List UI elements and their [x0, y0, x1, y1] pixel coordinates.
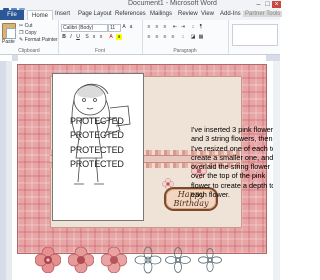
- underline-icon[interactable]: U: [75, 34, 81, 40]
- decrease-indent-icon[interactable]: ⇤: [172, 24, 178, 30]
- watermark-text: PROTECTED: [70, 130, 124, 140]
- tab-insert[interactable]: Insert: [55, 11, 70, 17]
- numbering-icon[interactable]: ≡: [154, 24, 160, 30]
- font-name-select[interactable]: Calibri (Body): [61, 24, 108, 32]
- watermark-text: PROTECTED: [70, 145, 124, 155]
- italic-icon[interactable]: I: [68, 34, 74, 40]
- sort-icon[interactable]: ↕: [190, 24, 196, 30]
- tab-file[interactable]: File: [0, 10, 24, 20]
- font-size-select[interactable]: 11: [108, 24, 121, 32]
- brush-icon: ✎: [19, 37, 24, 43]
- paste-icon[interactable]: [2, 23, 16, 39]
- line-spacing-icon[interactable]: ↕: [180, 34, 186, 40]
- align-right-icon[interactable]: ≡: [162, 34, 168, 40]
- cut-button[interactable]: ✂ Cut: [19, 23, 32, 29]
- string-flower-image[interactable]: [198, 248, 222, 272]
- borders-icon[interactable]: ▦: [198, 34, 204, 40]
- strikethrough-icon[interactable]: S: [84, 34, 90, 40]
- quick-access-toolbar: [3, 1, 43, 14]
- pink-flower-image[interactable]: [35, 247, 61, 273]
- shrink-font-icon[interactable]: a: [128, 24, 134, 30]
- font-group: Calibri (Body) 11 A a B I U S x x A a Fo…: [58, 20, 143, 54]
- copy-icon: ❐: [19, 30, 24, 36]
- clipboard-group-label: Clipboard: [18, 48, 40, 54]
- shading-icon[interactable]: ◪: [190, 34, 196, 40]
- string-flower-image[interactable]: [165, 247, 191, 273]
- font-color-icon[interactable]: A: [108, 34, 114, 40]
- tab-page-layout[interactable]: Page Layout: [78, 11, 112, 17]
- watermark-text: PROTECTED: [70, 116, 124, 126]
- font-group-label: Font: [94, 48, 105, 54]
- pink-flower-image[interactable]: [101, 247, 127, 273]
- increase-indent-icon[interactable]: ⇥: [180, 24, 186, 30]
- ribbon: Paste ✂ Cut ❐ Copy ✎ Format Painter Clip…: [0, 20, 280, 55]
- paragraph-group: ≡ ≡ ≡ ⇤ ⇥ ↕ ¶ ≡ ≡ ≡ ≡ ↕ ◪ ▦ Paragraph: [142, 20, 229, 54]
- subscript-icon[interactable]: x: [91, 34, 97, 40]
- scissors-icon: ✂: [19, 23, 24, 29]
- superscript-icon[interactable]: x: [98, 34, 104, 40]
- vertical-scrollbar[interactable]: [273, 61, 280, 280]
- maximize-icon[interactable]: □: [263, 1, 272, 8]
- tab-partner-tools[interactable]: Partner Tools: [243, 11, 283, 17]
- watermark-text: PROTECTED: [70, 159, 124, 169]
- clipboard-group: Paste ✂ Cut ❐ Copy ✎ Format Painter Clip…: [0, 20, 59, 54]
- tab-mailings[interactable]: Mailings: [150, 11, 172, 17]
- window-title: Document1 - Microsoft Word: [128, 0, 217, 7]
- pink-flower-image[interactable]: [68, 247, 94, 273]
- bullets-icon[interactable]: ≡: [146, 24, 152, 30]
- justify-icon[interactable]: ≡: [170, 34, 176, 40]
- minimize-icon[interactable]: –: [254, 1, 263, 8]
- highlight-icon[interactable]: a: [116, 34, 122, 40]
- styles-group: [228, 20, 280, 54]
- tab-view[interactable]: View: [201, 11, 214, 17]
- paste-button-label[interactable]: Paste: [2, 39, 15, 45]
- align-center-icon[interactable]: ≡: [154, 34, 160, 40]
- multilevel-list-icon[interactable]: ≡: [162, 24, 168, 30]
- styles-gallery[interactable]: [232, 24, 278, 46]
- bold-icon[interactable]: B: [61, 34, 67, 40]
- close-icon[interactable]: ×: [272, 1, 281, 8]
- tab-review[interactable]: Review: [178, 11, 198, 17]
- grow-font-icon[interactable]: A: [121, 24, 127, 30]
- format-painter-button[interactable]: ✎ Format Painter: [19, 37, 58, 43]
- description-text[interactable]: I've inserted 3 pink flowers, and 3 stri…: [191, 125, 279, 199]
- paragraph-group-label: Paragraph: [173, 48, 197, 54]
- tab-add-ins[interactable]: Add-Ins: [220, 11, 241, 17]
- tab-references[interactable]: References: [115, 11, 146, 17]
- string-flower-image[interactable]: [134, 246, 162, 274]
- copy-button[interactable]: ❐ Copy: [19, 30, 37, 36]
- align-left-icon[interactable]: ≡: [146, 34, 152, 40]
- show-marks-icon[interactable]: ¶: [198, 24, 204, 30]
